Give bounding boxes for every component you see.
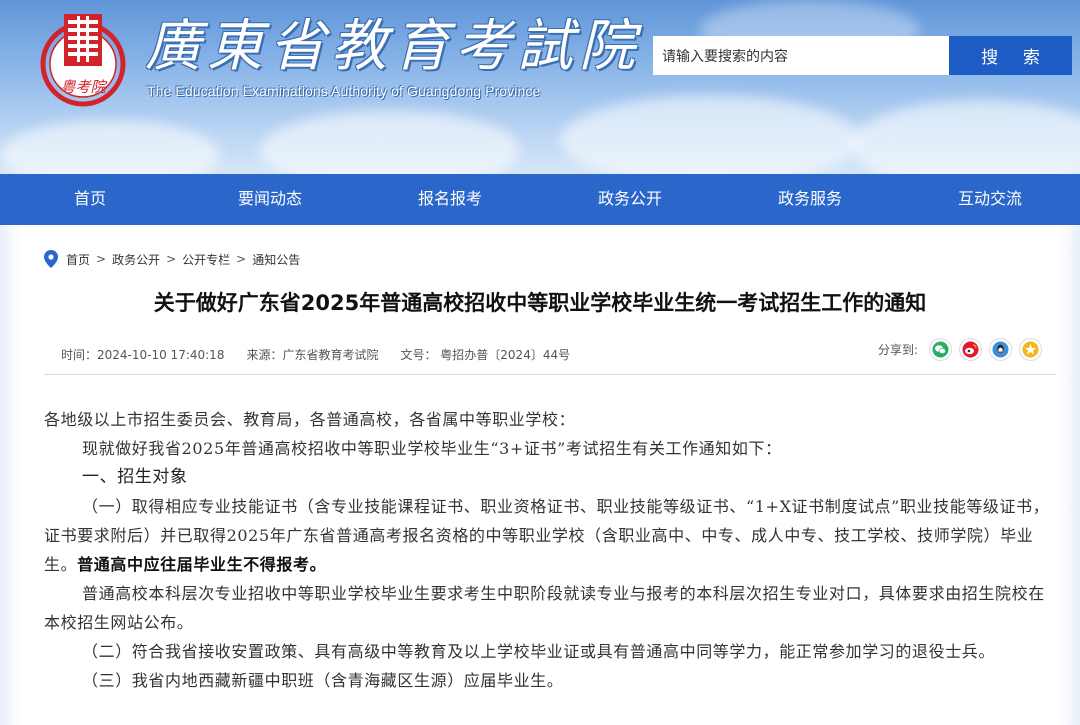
article-doc-number: 文号： 粤招办普〔2024〕44号 — [400, 348, 571, 362]
breadcrumb-home[interactable]: 首页 — [66, 251, 90, 268]
paragraph-item-1: （一）取得相应专业技能证书（含专业技能课程证书、职业资格证书、职业技能等级证书、… — [44, 492, 1056, 579]
search-button[interactable]: 搜 索 — [949, 36, 1072, 75]
nav-item-services[interactable]: 政务服务 — [720, 174, 900, 225]
breadcrumb-notices[interactable]: 通知公告 — [252, 251, 300, 268]
location-pin-icon — [44, 250, 58, 268]
share-label: 分享到: — [878, 343, 919, 357]
site-title[interactable]: 廣東省教育考試院 — [145, 12, 641, 82]
main-nav: 首页 要闻动态 报名报考 政务公开 政务服务 互动交流 — [0, 174, 1080, 225]
breadcrumb: 首页 > 政务公开 > 公开专栏 > 通知公告 — [44, 250, 300, 268]
site-header: 粤考院 廣東省教育考試院 The Education Examinations … — [0, 0, 1080, 174]
breadcrumb-public-column[interactable]: 公开专栏 — [182, 251, 230, 268]
wechat-icon[interactable] — [929, 338, 953, 361]
nav-item-interaction[interactable]: 互动交流 — [900, 174, 1080, 225]
meta-divider — [44, 374, 1056, 375]
qq-icon[interactable] — [989, 338, 1013, 361]
banner-cloud — [560, 95, 860, 174]
article-body: 各地级以上市招生委员会、教育局，各普通高校，各省属中等职业学校： 现就做好我省2… — [44, 405, 1056, 695]
paragraph-intro: 现就做好我省2025年普通高校招收中等职业学校毕业生“3+证书”考试招生有关工作… — [82, 439, 782, 458]
article-time: 时间：2024-10-10 17:40:18 — [61, 348, 225, 362]
breadcrumb-separator: > — [236, 252, 247, 266]
qzone-icon[interactable] — [1019, 338, 1043, 361]
section-heading: 一、招生对象 — [82, 467, 188, 487]
nav-item-registration[interactable]: 报名报考 — [360, 174, 540, 225]
site-logo-icon[interactable]: 粤考院 — [37, 12, 129, 108]
nav-item-news[interactable]: 要闻动态 — [180, 174, 360, 225]
banner-cloud — [260, 110, 520, 174]
search-input[interactable] — [653, 36, 949, 75]
breadcrumb-separator: > — [96, 252, 107, 266]
nav-item-government-affairs[interactable]: 政务公开 — [540, 174, 720, 225]
paragraph-salutation: 各地级以上市招生委员会、教育局，各普通高校，各省属中等职业学校： — [44, 410, 576, 429]
paragraph-undergrad-requirement: 普通高校本科层次专业招收中等职业学校毕业生要求考生中职阶段就读专业与报考的本科层… — [44, 584, 1045, 632]
paragraph-item-3: （三）我省内地西藏新疆中职班（含青海藏区生源）应届毕业生。 — [82, 671, 564, 690]
breadcrumb-government-affairs[interactable]: 政务公开 — [112, 251, 160, 268]
share-bar: 分享到: — [878, 338, 1043, 361]
article-title: 关于做好广东省2025年普通高校招收中等职业学校毕业生统一考试招生工作的通知 — [153, 291, 927, 315]
breadcrumb-separator: > — [166, 252, 177, 266]
paragraph-item-2: （二）符合我省接收安置政策、具有高级中等教育及以上学校毕业证或具有普通高中同等学… — [82, 642, 996, 661]
weibo-icon[interactable] — [959, 338, 983, 361]
banner-cloud — [850, 100, 1080, 174]
article-source: 来源：广东省教育考试院 — [246, 348, 379, 362]
logo-text: 粤考院 — [60, 78, 107, 96]
site-subtitle: The Education Examinations Authority of … — [147, 83, 541, 99]
nav-item-home[interactable]: 首页 — [0, 174, 180, 225]
paragraph-item-1-emphasis: 普通高中应往届毕业生不得报考。 — [77, 555, 327, 574]
article-meta: 时间：2024-10-10 17:40:18 来源：广东省教育考试院 文号： 粤… — [61, 346, 570, 363]
banner-cloud — [0, 120, 220, 174]
